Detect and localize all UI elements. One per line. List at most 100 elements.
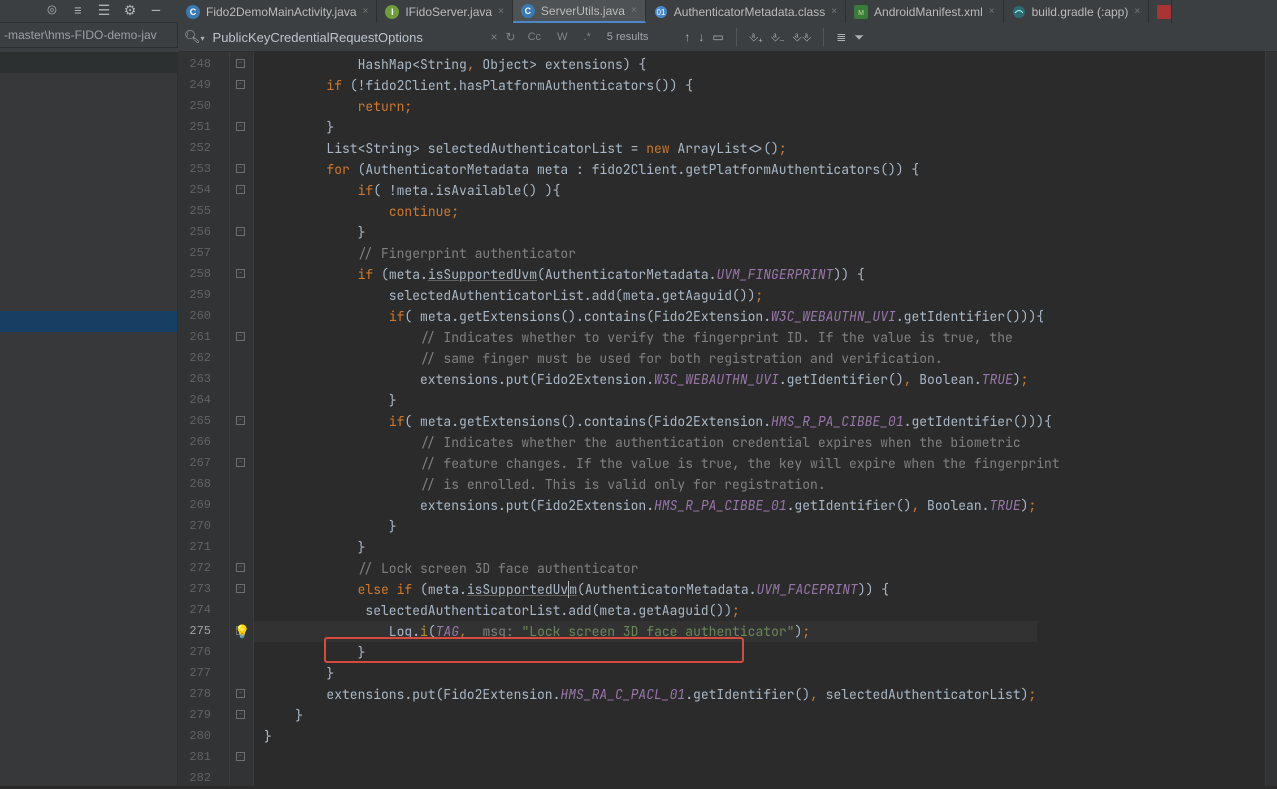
code-line[interactable]: selectedAuthenticatorList.add(meta.getAa… (264, 285, 1037, 306)
top-bar: ◎ ≡ ☰ ⚙ — CFido2DemoMainActivity.java×II… (0, 0, 1277, 23)
fold-gutter[interactable]: −−−−−−−−−−−−−−−−💡 (230, 52, 254, 786)
next-match-icon[interactable]: ↓ (698, 30, 704, 44)
C-icon: C (521, 4, 535, 18)
close-icon[interactable]: × (989, 6, 995, 17)
fold-marker-icon[interactable]: − (236, 185, 245, 194)
list-icon[interactable]: ≡ (70, 3, 86, 19)
close-icon[interactable]: × (831, 6, 837, 17)
close-icon[interactable]: × (1134, 6, 1140, 17)
code-line[interactable]: } (264, 222, 1037, 243)
add-selection-icon[interactable]: ⎀₊ (749, 30, 763, 45)
tab-fido2demomainactivity-java[interactable]: CFido2DemoMainActivity.java× (178, 0, 377, 23)
code-line[interactable]: if (meta.isSupportedUvm(AuthenticatorMet… (264, 264, 1037, 285)
code-editor[interactable]: 2482492502512522532542552562572582592602… (178, 52, 1277, 786)
line-number: 273 (178, 579, 229, 600)
tab-label: IFidoServer.java (405, 5, 492, 19)
fold-marker-icon[interactable]: − (236, 332, 245, 341)
fold-marker-icon[interactable]: − (236, 458, 245, 467)
project-pane[interactable] (0, 52, 178, 786)
fold-marker-icon[interactable]: − (236, 584, 245, 593)
code-line[interactable]: for (AuthenticatorMetadata meta : fido2C… (264, 159, 1037, 180)
code-line[interactable]: Log.i(TAG, msg: "Lock screen 3D face aut… (264, 621, 1037, 642)
code-line[interactable]: continue; (264, 201, 1037, 222)
line-number: 260 (178, 306, 229, 327)
fold-marker-icon[interactable]: − (236, 710, 245, 719)
fold-marker-icon[interactable]: − (236, 269, 245, 278)
clear-search-icon[interactable]: × (491, 30, 498, 44)
fold-marker-icon[interactable]: − (236, 416, 245, 425)
fold-marker-icon[interactable]: − (236, 164, 245, 173)
fold-marker-icon[interactable]: − (236, 227, 245, 236)
fold-marker-icon[interactable]: − (236, 563, 245, 572)
code-line[interactable]: // same finger must be used for both reg… (264, 348, 1037, 369)
code-line[interactable]: } (264, 663, 1037, 684)
code-line[interactable]: if( meta.getExtensions().contains(Fido2E… (264, 411, 1037, 432)
code-line[interactable]: } (264, 726, 1037, 747)
tab-androidmanifest-xml[interactable]: MAndroidManifest.xml× (846, 0, 1004, 23)
intention-bulb-icon[interactable]: 💡 (234, 623, 248, 637)
marker-rail[interactable] (1265, 52, 1277, 786)
tab-overflow[interactable] (1149, 0, 1172, 23)
code-line[interactable]: // feature changes. If the value is true… (264, 453, 1037, 474)
C-icon: C (186, 5, 200, 19)
fold-marker-icon[interactable]: − (236, 689, 245, 698)
code-line[interactable]: } (264, 516, 1037, 537)
code-line[interactable]: // Indicates whether to verify the finge… (264, 327, 1037, 348)
collapse-icon[interactable]: — (148, 3, 164, 19)
code-line[interactable]: } (264, 705, 1037, 726)
select-all-icon[interactable]: ▭ (712, 30, 723, 44)
fold-marker-icon[interactable]: − (236, 122, 245, 131)
indent-icon[interactable]: ☰ (96, 3, 112, 19)
code-area[interactable]: HashMap<String, Object> extensions) { if… (254, 52, 1037, 786)
fold-marker-icon[interactable]: − (236, 59, 245, 68)
tab-ifidoserver-java[interactable]: IIFidoServer.java× (377, 0, 513, 23)
breadcrumb-text: -master\hms-FIDO-demo-jav (4, 28, 157, 42)
code-line[interactable]: } (264, 537, 1037, 558)
code-line[interactable]: } (264, 117, 1037, 138)
code-line[interactable]: extensions.put(Fido2Extension.HMS_R_PA_C… (264, 495, 1037, 516)
line-number: 249 (178, 75, 229, 96)
code-line[interactable]: // Indicates whether the authentication … (264, 432, 1037, 453)
search-input[interactable] (213, 30, 483, 45)
code-line[interactable]: List<String> selectedAuthenticatorList =… (264, 138, 1037, 159)
line-number: 265 (178, 411, 229, 432)
history-icon[interactable]: ↻ (506, 30, 516, 44)
code-line[interactable]: // Lock screen 3D face authenticator (264, 558, 1037, 579)
match-case-toggle[interactable]: Cc (524, 31, 545, 43)
close-icon[interactable]: × (363, 6, 369, 17)
regex-toggle[interactable]: .* (579, 31, 594, 43)
code-line[interactable]: else if (meta.isSupportedUvm(Authenticat… (264, 579, 1037, 600)
select-occurrences-icon[interactable]: ⎀⎀ (792, 30, 811, 45)
search-icon[interactable]: 🔍︎▾ (184, 29, 205, 45)
filter-icon[interactable]: ⏷ (854, 30, 864, 45)
code-line[interactable]: // Fingerprint authenticator (264, 243, 1037, 264)
tab-authenticatormetadata-class[interactable]: 01AuthenticatorMetadata.class× (646, 0, 846, 23)
remove-selection-icon[interactable]: ⎀₋ (770, 30, 784, 45)
code-line[interactable]: } (264, 390, 1037, 411)
fold-marker-icon[interactable]: − (236, 752, 245, 761)
code-line[interactable]: if( !meta.isAvailable() ){ (264, 180, 1037, 201)
tab-serverutils-java[interactable]: CServerUtils.java× (513, 0, 646, 23)
whole-word-toggle[interactable]: W (553, 31, 571, 43)
line-number: 280 (178, 726, 229, 747)
code-line[interactable]: // is enrolled. This is valid only for r… (264, 474, 1037, 495)
line-number: 272 (178, 558, 229, 579)
close-icon[interactable]: × (631, 5, 637, 16)
code-line[interactable]: if (!fido2Client.hasPlatformAuthenticato… (264, 75, 1037, 96)
code-line[interactable]: HashMap<String, Object> extensions) { (264, 54, 1037, 75)
target-icon[interactable]: ◎ (44, 3, 60, 19)
gear-icon[interactable]: ⚙ (122, 3, 138, 19)
line-number: 264 (178, 390, 229, 411)
close-icon[interactable]: × (498, 6, 504, 17)
filter-settings-icon[interactable]: ≣ (836, 30, 846, 44)
fold-marker-icon[interactable]: − (236, 80, 245, 89)
prev-match-icon[interactable]: ↑ (684, 30, 690, 44)
tab-build-gradle-app-[interactable]: build.gradle (:app)× (1004, 0, 1150, 23)
code-line[interactable]: } (264, 642, 1037, 663)
code-line[interactable]: return; (264, 96, 1037, 117)
code-line[interactable]: extensions.put(Fido2Extension.W3C_WEBAUT… (264, 369, 1037, 390)
xml-icon: M (854, 5, 868, 19)
code-line[interactable]: extensions.put(Fido2Extension.HMS_RA_C_P… (264, 684, 1037, 705)
code-line[interactable]: selectedAuthenticatorList.add(meta.getAa… (264, 600, 1037, 621)
code-line[interactable]: if( meta.getExtensions().contains(Fido2E… (264, 306, 1037, 327)
